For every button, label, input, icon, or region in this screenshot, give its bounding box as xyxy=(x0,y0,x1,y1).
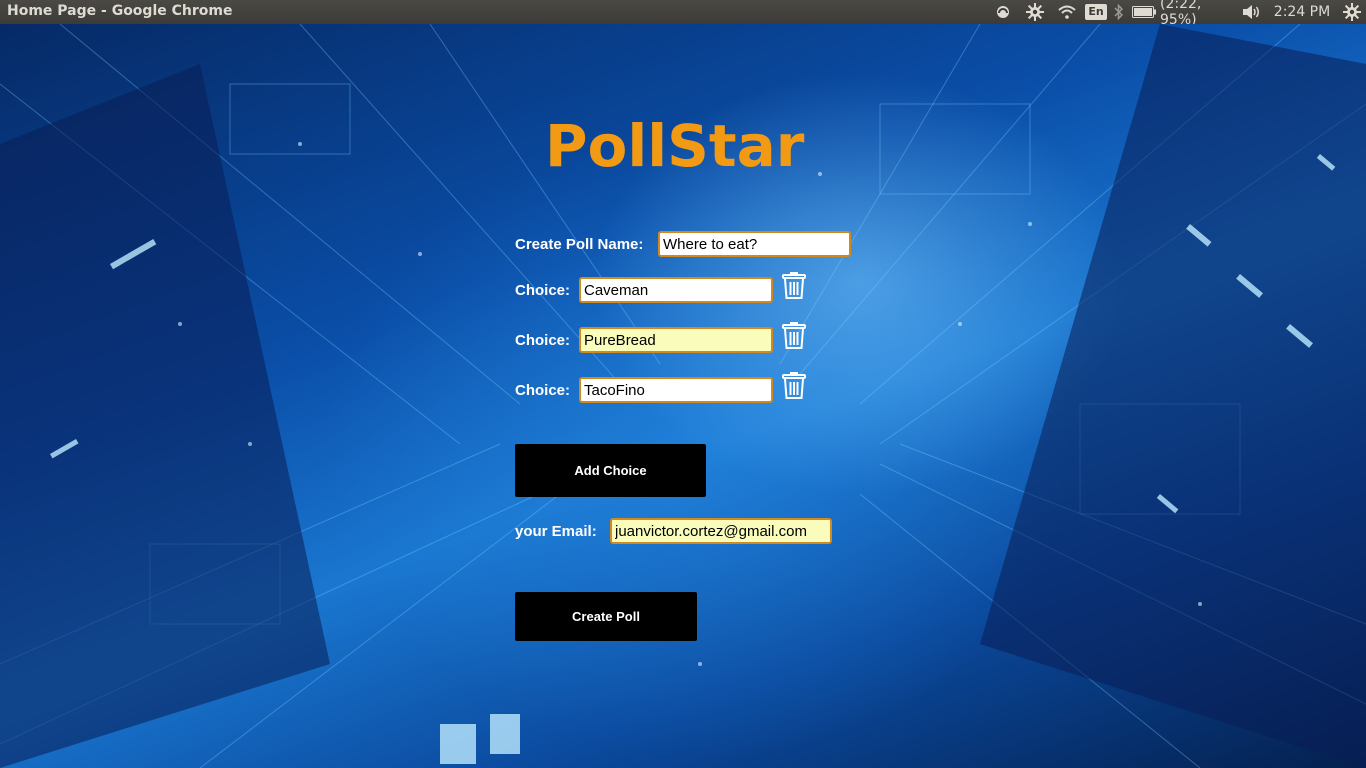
trash-icon[interactable] xyxy=(782,322,806,350)
battery-status-text: (2:22, 95%) xyxy=(1160,0,1202,28)
bluetooth-icon[interactable] xyxy=(1110,0,1128,24)
choice-input-1[interactable] xyxy=(579,277,773,303)
choice-label: Choice: xyxy=(515,332,571,349)
settings-icon[interactable] xyxy=(1018,0,1052,24)
language-indicator[interactable]: En xyxy=(1082,0,1110,24)
pollstar-logo: PollStar xyxy=(545,112,805,178)
system-tray: En (2:22, 95%) 2:24 PM xyxy=(988,0,1366,28)
volume-icon[interactable] xyxy=(1238,0,1266,24)
choice-label: Choice: xyxy=(515,382,571,399)
choice-label: Choice: xyxy=(515,282,571,299)
poll-name-label: Create Poll Name: xyxy=(515,236,644,253)
battery-icon[interactable] xyxy=(1128,0,1160,24)
choice-input-3[interactable] xyxy=(579,377,773,403)
language-badge: En xyxy=(1085,4,1107,20)
trash-icon[interactable] xyxy=(782,272,806,300)
wifi-icon[interactable] xyxy=(1052,0,1082,24)
sync-icon[interactable] xyxy=(988,0,1018,24)
system-top-bar: Home Page - Google Chrome En (2:22, 95%)… xyxy=(0,0,1366,28)
email-label: your Email: xyxy=(515,523,597,540)
window-title: Home Page - Google Chrome xyxy=(7,3,233,19)
power-icon[interactable] xyxy=(1338,0,1366,24)
create-poll-button[interactable]: Create Poll xyxy=(515,592,697,641)
logo-text: PollStar xyxy=(545,112,805,178)
add-choice-button[interactable]: Add Choice xyxy=(515,444,706,497)
trash-icon[interactable] xyxy=(782,372,806,400)
clock[interactable]: 2:24 PM xyxy=(1266,0,1338,24)
poll-name-input[interactable] xyxy=(658,231,851,257)
choice-input-2[interactable] xyxy=(579,327,773,353)
email-input[interactable] xyxy=(610,518,832,544)
